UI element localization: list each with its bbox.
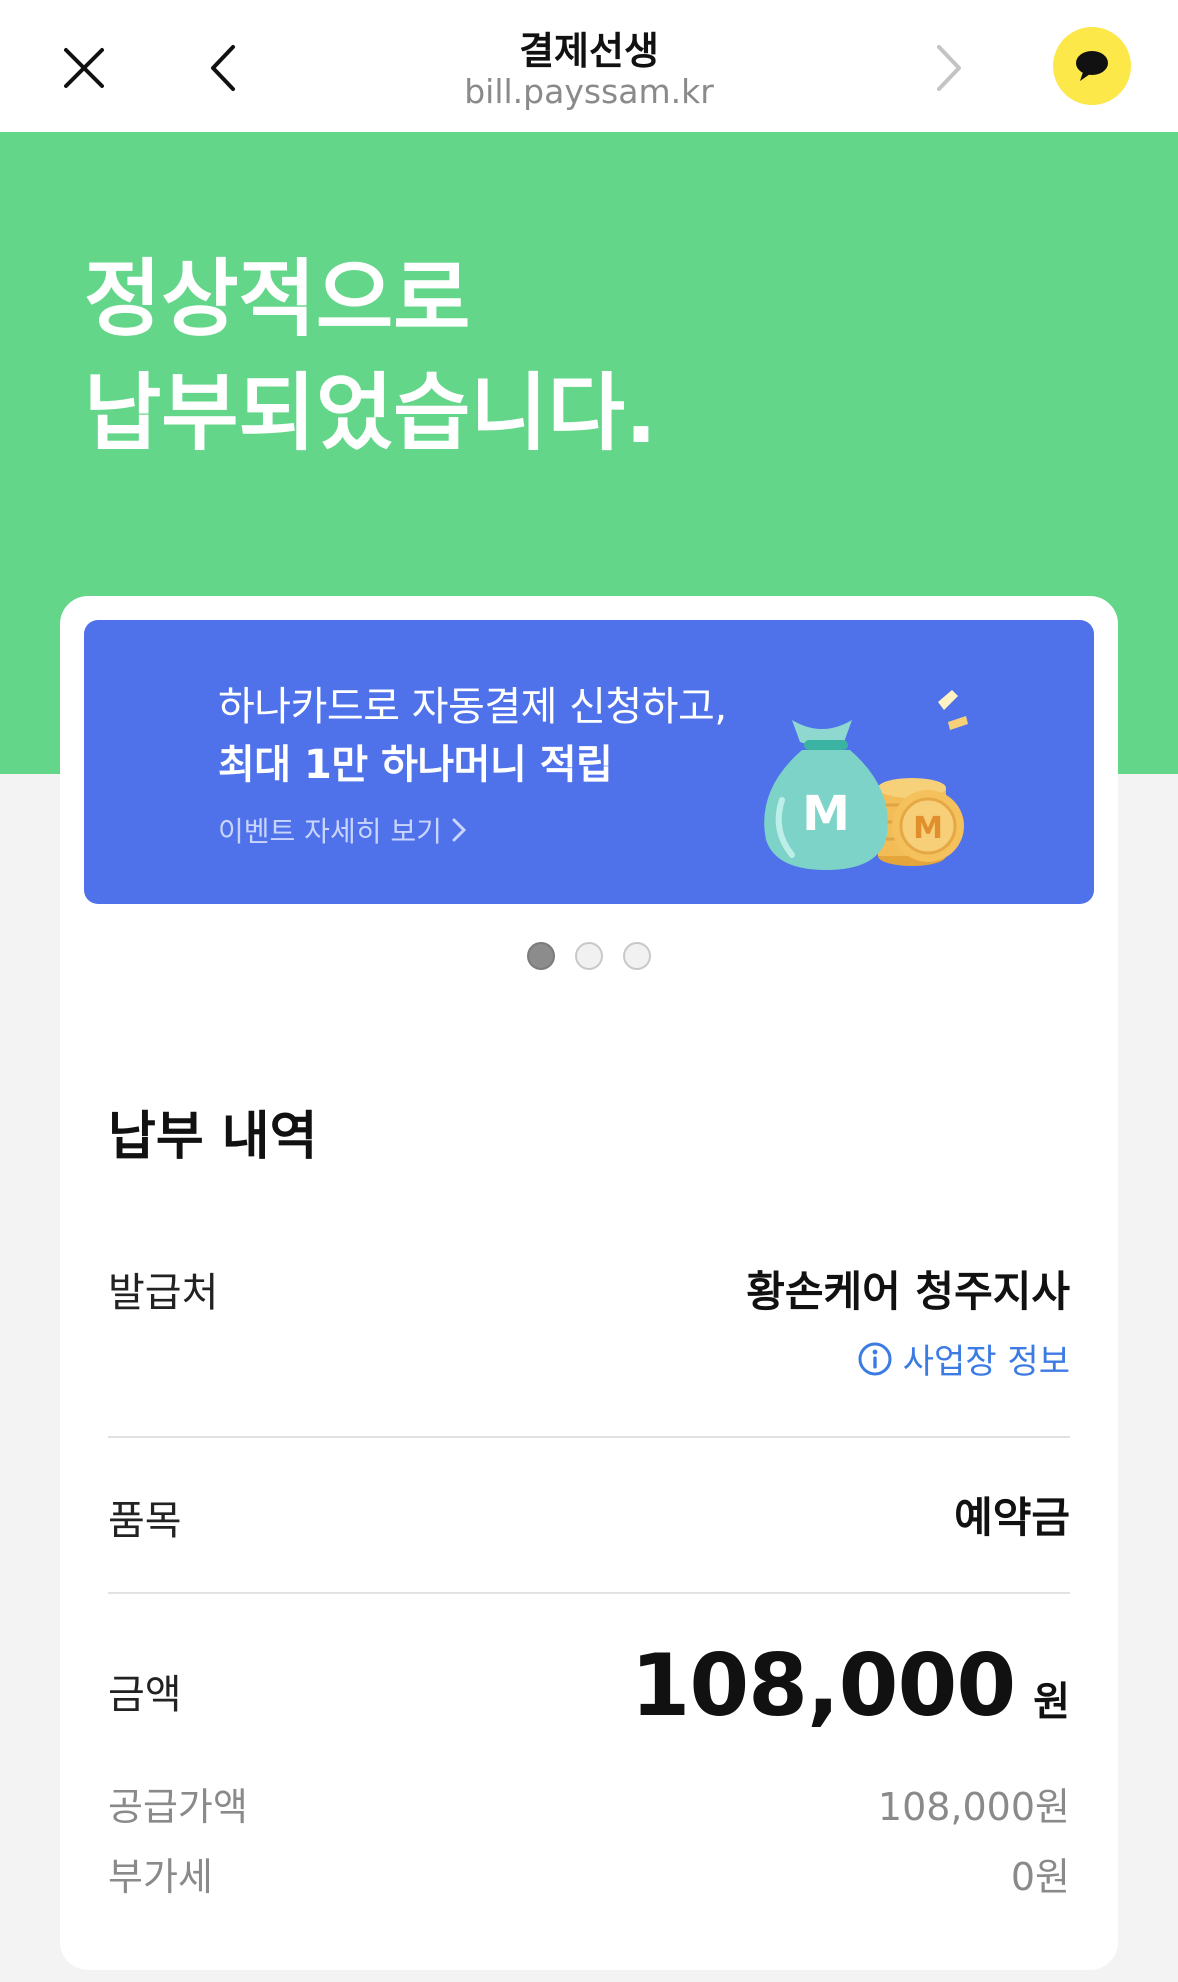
carousel-indicator bbox=[60, 942, 1118, 970]
vat-value: 0원 bbox=[1010, 1855, 1070, 1899]
supply-price-value: 108,000원 bbox=[877, 1785, 1070, 1829]
coin-m-letter-small: M bbox=[913, 811, 943, 846]
amount-label: 금액 bbox=[108, 1672, 182, 1718]
promo-banner[interactable]: 하나카드로 자동결제 신청하고, 최대 1만 하나머니 적립 이벤트 자세히 보… bbox=[84, 620, 1094, 904]
forward-button[interactable] bbox=[910, 28, 990, 108]
divider bbox=[108, 1436, 1070, 1438]
coin-m-letter: M bbox=[802, 786, 850, 842]
vat-label: 부가세 bbox=[108, 1855, 213, 1899]
info-icon bbox=[858, 1342, 892, 1375]
page-url: bill.payssam.kr bbox=[464, 72, 714, 111]
heading-line-2: 납부되었습니다. bbox=[84, 364, 657, 462]
amount-display: 108,000 원 bbox=[630, 1636, 1070, 1736]
chevron-right-icon bbox=[937, 45, 961, 91]
kakaotalk-button[interactable] bbox=[1052, 26, 1132, 106]
item-value: 예약금 bbox=[954, 1493, 1070, 1542]
issuer-value: 황손케어 청주지사 bbox=[746, 1267, 1070, 1316]
carousel-dot-3[interactable] bbox=[623, 942, 651, 970]
amount-unit: 원 bbox=[1033, 1679, 1070, 1725]
chevron-right-icon bbox=[452, 818, 466, 842]
page-title: 결제선생 bbox=[519, 29, 659, 73]
supply-price-label: 공급가액 bbox=[108, 1785, 248, 1829]
event-detail-link[interactable]: 이벤트 자세히 보기 bbox=[218, 810, 466, 850]
item-label: 품목 bbox=[108, 1498, 182, 1544]
business-info-label: 사업장 정보 bbox=[902, 1342, 1070, 1382]
payment-complete-heading: 정상적으로 납부되었습니다. bbox=[84, 242, 657, 470]
chat-bubble-icon bbox=[1076, 51, 1108, 81]
section-title: 납부 내역 bbox=[108, 1107, 318, 1167]
amount-value: 108,000 bbox=[630, 1636, 1016, 1736]
carousel-dot-1[interactable] bbox=[527, 942, 555, 970]
divider bbox=[108, 1592, 1070, 1594]
payment-card: 하나카드로 자동결제 신청하고, 최대 1만 하나머니 적립 이벤트 자세히 보… bbox=[60, 596, 1118, 1970]
event-detail-label: 이벤트 자세히 보기 bbox=[218, 815, 442, 848]
money-bag-illustration: M M bbox=[764, 690, 968, 870]
issuer-label: 발급처 bbox=[108, 1270, 219, 1316]
banner-text-line-1: 하나카드로 자동결제 신청하고, bbox=[218, 684, 727, 730]
heading-line-1: 정상적으로 bbox=[84, 250, 471, 348]
business-info-link[interactable]: 사업장 정보 bbox=[857, 1334, 1070, 1383]
banner-text-line-2: 최대 1만 하나머니 적립 bbox=[218, 742, 613, 788]
carousel-dot-2[interactable] bbox=[575, 942, 603, 970]
browser-top-bar: 결제선생 bill.payssam.kr bbox=[0, 0, 1178, 132]
